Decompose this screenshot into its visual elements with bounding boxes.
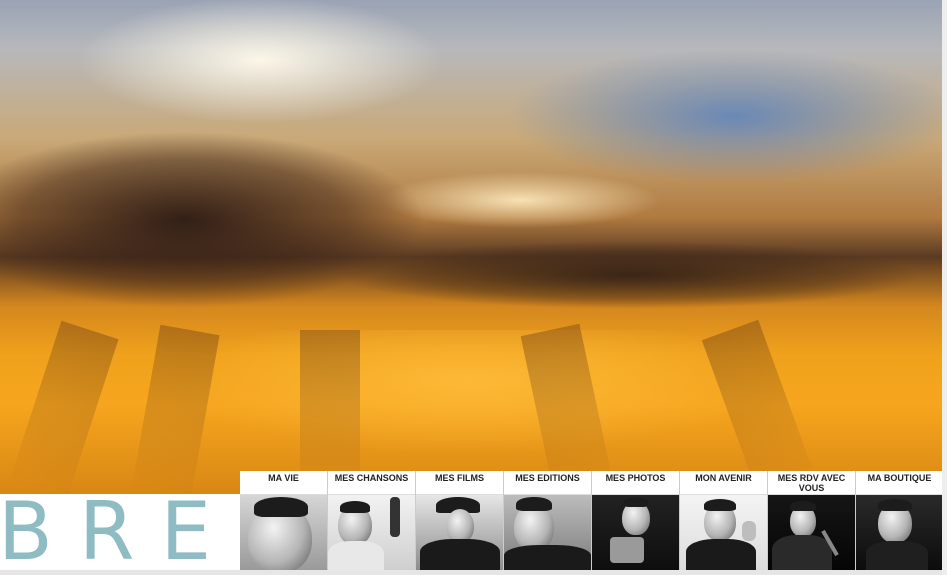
portrait-hair [704,499,736,511]
brel-logo[interactable]: BREL [0,494,240,570]
nav-item-ma-boutique[interactable]: MA BOUTIQUE [856,471,943,570]
hero-sky-image [0,0,942,494]
nav-label: MES CHANSONS [328,471,415,495]
nav-item-mes-films[interactable]: MES FILMS [416,471,503,570]
nav-photo[interactable] [768,495,855,570]
nav-photo[interactable] [416,495,503,570]
portrait-face [446,509,474,543]
nav-label: MES EDITIONS [504,471,591,495]
portrait-body [328,541,384,570]
portrait-hair [340,501,370,513]
bottom-divider [0,570,947,575]
nav-label: MES PHOTOS [592,471,679,495]
hand-icon [742,521,756,541]
sun-ray [300,330,360,494]
camera-icon [610,537,644,563]
nav-item-mon-avenir[interactable]: MON AVENIR [680,471,767,570]
nav-photo[interactable] [680,495,767,570]
nav-label: MA BOUTIQUE [856,471,943,495]
nav-item-mes-editions[interactable]: MES EDITIONS [504,471,591,570]
dark-cloud-band [300,230,942,320]
nav-photo[interactable] [856,495,943,570]
page: BREL MA VIE MES CHANSONS MES FILMS [0,0,947,575]
nav-photo[interactable] [504,495,591,570]
portrait-body [504,545,591,570]
portrait-body [866,541,928,570]
portrait-body [772,535,832,570]
nav-photo[interactable] [592,495,679,570]
nav-photo[interactable] [240,495,327,570]
main-nav: MA VIE MES CHANSONS MES FILMS MES EDITIO… [240,471,944,570]
nav-label: MES FILMS [416,471,503,495]
nav-item-mes-rdv-avec-vous[interactable]: MES RDV AVEC VOUS [768,471,855,570]
portrait-hair [878,499,912,511]
nav-label: MES RDV AVEC VOUS [768,471,855,495]
nav-label: MA VIE [240,471,327,495]
logo-text: BREL [0,494,240,570]
portrait-body [686,539,756,570]
nav-label: MON AVENIR [680,471,767,495]
microphone-icon [390,497,400,537]
portrait-hair [624,497,648,507]
portrait-body [420,539,500,570]
nav-item-mes-photos[interactable]: MES PHOTOS [592,471,679,570]
nav-photo[interactable] [328,495,415,570]
page-right-edge [942,0,947,575]
portrait-hair [254,497,308,517]
portrait-hair [790,501,816,511]
nav-item-mes-chansons[interactable]: MES CHANSONS [328,471,415,570]
sun-ray [8,320,119,494]
portrait-hair [516,497,552,511]
nav-item-ma-vie[interactable]: MA VIE [240,471,327,570]
